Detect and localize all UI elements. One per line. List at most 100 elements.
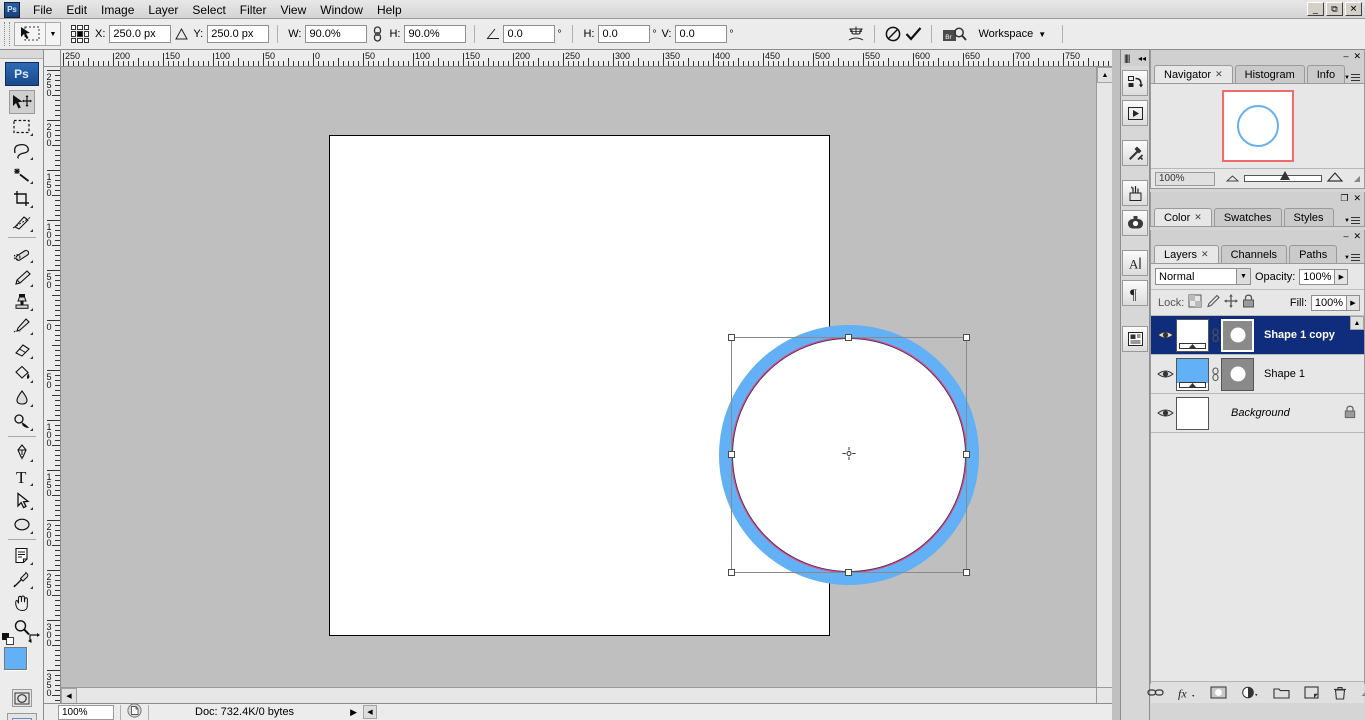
ref-tr[interactable] bbox=[83, 25, 89, 31]
canvas-horizontal-scrollbar[interactable]: ◀ bbox=[61, 687, 1096, 703]
default-colors-icon[interactable] bbox=[1, 633, 14, 645]
screen-mode-button[interactable] bbox=[6, 713, 37, 720]
tool-lasso-tool[interactable] bbox=[9, 138, 35, 162]
restore-button[interactable]: ⧉ bbox=[1326, 2, 1343, 16]
tool-crop-tool[interactable] bbox=[9, 186, 35, 210]
zoom-in-icon[interactable] bbox=[1326, 172, 1344, 185]
layer-vector-mask-thumbnail[interactable] bbox=[1221, 357, 1254, 391]
close-icon[interactable]: ✕ bbox=[1215, 69, 1223, 80]
lock-position-icon[interactable] bbox=[1224, 294, 1239, 311]
tool-magic-wand-tool[interactable] bbox=[9, 162, 35, 186]
panel-menu-button[interactable]: ▼ bbox=[1344, 254, 1360, 261]
menu-window[interactable]: Window bbox=[313, 1, 370, 19]
tool-preset-picker[interactable]: ▼ bbox=[14, 22, 61, 46]
layer-visibility-icon[interactable] bbox=[1154, 407, 1176, 419]
menu-edit[interactable]: Edit bbox=[59, 1, 94, 19]
layer-vector-mask-thumbnail[interactable] bbox=[1221, 318, 1254, 352]
tool-clone-stamp-tool[interactable] bbox=[9, 289, 35, 313]
layer-thumbnail[interactable] bbox=[1176, 318, 1209, 352]
dock-header[interactable]: |||| ◂◂ bbox=[1121, 50, 1149, 66]
add-layer-mask-icon[interactable] bbox=[1210, 686, 1227, 699]
lock-transparent-pixels-icon[interactable] bbox=[1188, 294, 1202, 311]
close-button[interactable]: ✕ bbox=[1345, 2, 1362, 16]
transform-handle-bl[interactable] bbox=[728, 569, 735, 576]
ref-mc[interactable] bbox=[77, 31, 83, 37]
close-icon[interactable]: ✕ bbox=[1353, 51, 1361, 61]
ref-bl[interactable] bbox=[71, 37, 77, 43]
layers-scrollbar[interactable]: ▲ bbox=[1350, 316, 1364, 626]
fill-input[interactable]: 100% bbox=[1311, 294, 1347, 311]
tool-hand-tool[interactable] bbox=[9, 591, 35, 615]
layer-style-fx-icon[interactable]: fx bbox=[1178, 686, 1196, 700]
layer-comps-panel-button[interactable] bbox=[1122, 326, 1148, 352]
lock-image-pixels-icon[interactable] bbox=[1206, 294, 1221, 311]
tool-rectangular-marquee-tool[interactable] bbox=[9, 114, 35, 138]
link-aspect-ratio-icon[interactable] bbox=[367, 23, 387, 45]
minimize-button[interactable]: _ bbox=[1307, 2, 1324, 16]
height-input[interactable]: 90.0% bbox=[404, 25, 467, 43]
layer-row-background[interactable]: Background bbox=[1151, 394, 1364, 433]
fill-stepper-arrow[interactable]: ▶ bbox=[1347, 294, 1360, 311]
new-layer-icon[interactable] bbox=[1304, 686, 1319, 699]
layer-thumbnail[interactable] bbox=[1176, 357, 1209, 391]
minimize-icon[interactable]: – bbox=[1343, 51, 1348, 61]
y-input[interactable]: 250.0 px bbox=[207, 25, 270, 43]
scroll-up-arrow[interactable]: ▲ bbox=[1350, 316, 1364, 330]
blend-mode-select[interactable]: Normal ▼ bbox=[1155, 268, 1251, 285]
ref-tc[interactable] bbox=[77, 25, 83, 31]
menu-view[interactable]: View bbox=[273, 1, 313, 19]
paragraph-panel-button[interactable]: ¶ bbox=[1122, 280, 1148, 306]
new-group-icon[interactable] bbox=[1273, 686, 1290, 699]
navigator-zoom-input[interactable]: 100% bbox=[1155, 171, 1215, 186]
tab-color[interactable]: Color ✕ bbox=[1154, 208, 1212, 226]
transform-reference-point[interactable] bbox=[842, 447, 856, 463]
tab-styles[interactable]: Styles bbox=[1283, 208, 1334, 226]
opacity-control[interactable]: 100% ▶ bbox=[1299, 268, 1349, 285]
tool-pen-tool[interactable] bbox=[9, 440, 35, 464]
lock-all-icon[interactable] bbox=[1242, 294, 1255, 311]
tool-dodge-tool[interactable] bbox=[9, 409, 35, 433]
link-layers-icon[interactable] bbox=[1147, 687, 1165, 698]
status-expand-arrow[interactable]: ▶ bbox=[350, 707, 357, 718]
menu-layer[interactable]: Layer bbox=[141, 1, 185, 19]
collapse-dock-icon[interactable]: ◂◂ bbox=[1138, 54, 1146, 63]
tool-type-tool[interactable]: T bbox=[9, 464, 35, 488]
workspace-button[interactable]: Workspace ▼ bbox=[970, 22, 1054, 46]
restore-icon[interactable]: ❐ bbox=[1340, 193, 1348, 203]
options-bar-grip[interactable] bbox=[4, 22, 10, 46]
tool-move-tool[interactable] bbox=[8, 90, 35, 114]
commit-transform-button[interactable] bbox=[903, 23, 923, 45]
tool-ellipse-shape-tool[interactable] bbox=[9, 512, 35, 536]
tool-history-brush-tool[interactable] bbox=[9, 313, 35, 337]
tab-navigator[interactable]: Navigator ✕ bbox=[1154, 65, 1233, 83]
warp-mode-icon[interactable] bbox=[846, 23, 866, 45]
canvas-area[interactable]: ▲ ◀ bbox=[61, 67, 1112, 703]
layer-name[interactable]: Shape 1 bbox=[1254, 368, 1364, 380]
ref-br[interactable] bbox=[83, 37, 89, 43]
navigator-thumbnail[interactable] bbox=[1221, 90, 1294, 162]
resize-grip-icon[interactable]: ◢ bbox=[1361, 688, 1365, 697]
close-icon[interactable]: ✕ bbox=[1353, 231, 1361, 241]
document-icon[interactable] bbox=[127, 703, 142, 720]
tool-paint-bucket-tool[interactable] bbox=[9, 361, 35, 385]
panel-menu-button[interactable]: ▼ bbox=[1344, 74, 1360, 81]
status-resize-grip[interactable]: ◀ bbox=[362, 705, 377, 719]
canvas-vertical-scrollbar[interactable]: ▲ bbox=[1096, 67, 1112, 687]
relative-position-icon[interactable] bbox=[171, 23, 191, 45]
brushes-panel-button[interactable] bbox=[1122, 180, 1148, 206]
x-input[interactable]: 250.0 px bbox=[109, 25, 172, 43]
ref-mr[interactable] bbox=[83, 31, 89, 37]
document-canvas[interactable] bbox=[329, 135, 979, 636]
menu-help[interactable]: Help bbox=[370, 1, 409, 19]
tool-blur-tool[interactable] bbox=[9, 385, 35, 409]
clone-source-panel-button[interactable] bbox=[1122, 210, 1148, 236]
menu-filter[interactable]: Filter bbox=[233, 1, 274, 19]
fill-control[interactable]: 100% ▶ bbox=[1311, 294, 1360, 311]
tab-histogram[interactable]: Histogram bbox=[1234, 65, 1305, 83]
layer-visibility-icon[interactable] bbox=[1154, 329, 1176, 341]
history-panel-button[interactable] bbox=[1122, 70, 1148, 96]
opacity-stepper-arrow[interactable]: ▶ bbox=[1335, 268, 1349, 285]
minimize-icon[interactable]: – bbox=[1343, 231, 1348, 241]
layer-name[interactable]: Shape 1 copy bbox=[1254, 329, 1364, 341]
layer-visibility-icon[interactable] bbox=[1154, 368, 1176, 380]
